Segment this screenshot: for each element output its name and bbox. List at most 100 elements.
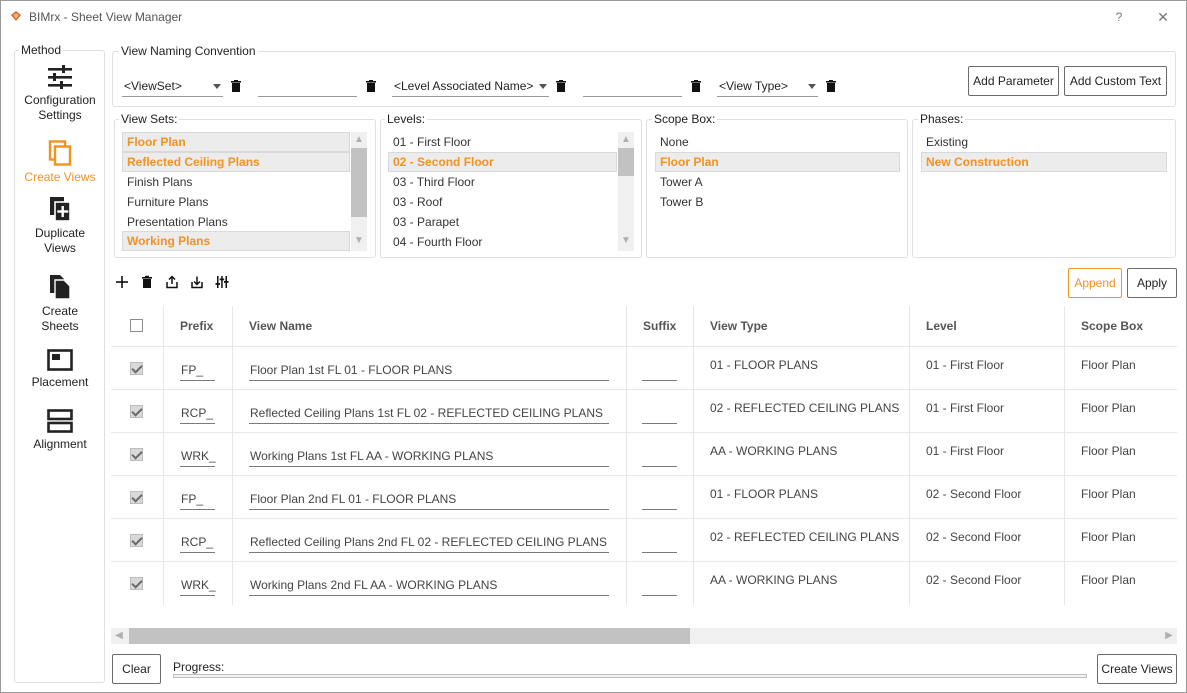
view-name-field[interactable]: Floor Plan 2nd FL 01 - FLOOR PLANS	[249, 488, 609, 510]
create-views-button[interactable]: Create Views	[1097, 654, 1177, 684]
table-row[interactable]: RCP_ Reflected Ceiling Plans 1st FL 02 - …	[111, 389, 1177, 433]
select-all-checkbox[interactable]	[130, 319, 143, 332]
scroll-up-icon[interactable]: ▲	[618, 132, 634, 148]
scroll-thumb[interactable]	[129, 628, 690, 644]
prefix-field[interactable]: WRK_	[180, 445, 216, 467]
sidebar-item-placement[interactable]: Placement	[15, 349, 105, 390]
custom-text-field-2[interactable]	[583, 75, 682, 97]
column-header-suffix[interactable]: Suffix	[626, 306, 693, 346]
column-header-view-name[interactable]: View Name	[232, 306, 626, 346]
list-item[interactable]: Floor Plan	[122, 132, 350, 152]
list-item[interactable]: 03 - Roof	[388, 192, 617, 212]
table-row[interactable]: WRK_ Working Plans 2nd FL AA - WORKING PL…	[111, 561, 1177, 605]
column-header-level[interactable]: Level	[909, 306, 1064, 346]
table-row[interactable]: FP_ Floor Plan 2nd FL 01 - FLOOR PLANS 01 …	[111, 475, 1177, 519]
list-item[interactable]: Existing	[921, 132, 1167, 152]
vertical-scrollbar[interactable]: ▲ ▼	[351, 132, 367, 251]
trash-icon[interactable]	[556, 80, 566, 92]
prefix-field[interactable]: RCP_	[180, 531, 215, 553]
list-item[interactable]: Tower B	[655, 192, 900, 212]
view-name-field[interactable]: Floor Plan 1st FL 01 - FLOOR PLANS	[249, 359, 609, 381]
row-checkbox[interactable]	[130, 577, 143, 590]
suffix-field[interactable]	[642, 445, 677, 467]
view-name-field[interactable]: Reflected Ceiling Plans 1st FL 02 - REFL…	[249, 402, 609, 424]
list-item[interactable]: Furniture Plans	[122, 192, 350, 212]
viewset-combo[interactable]: <ViewSet>	[122, 75, 223, 97]
prefix-field[interactable]: FP_	[180, 359, 215, 381]
horizontal-scrollbar[interactable]: ◀ ▶	[111, 628, 1177, 644]
row-checkbox[interactable]	[130, 362, 143, 375]
suffix-field[interactable]	[642, 574, 677, 596]
list-item[interactable]: 01 - First Floor	[388, 132, 617, 152]
sidebar-item-alignment[interactable]: Alignment	[15, 409, 105, 452]
table-row[interactable]: WRK_ Working Plans 1st FL AA - WORKING PL…	[111, 432, 1177, 476]
table-row[interactable]: RCP_ Reflected Ceiling Plans 2nd FL 02 - …	[111, 518, 1177, 562]
view-type-text: 02 - REFLECTED CEILING PLANS	[710, 530, 900, 544]
level-name-combo[interactable]: <Level Associated Name>	[392, 75, 549, 97]
view-name-field[interactable]: Working Plans 2nd FL AA - WORKING PLANS	[249, 574, 609, 596]
table-row[interactable]: FP_ Floor Plan 1st FL 01 - FLOOR PLANS 01 …	[111, 346, 1177, 390]
prefix-field[interactable]: FP_	[180, 488, 215, 510]
prefix-field[interactable]: WRK_	[180, 574, 216, 596]
list-item[interactable]: Tower A	[655, 172, 900, 192]
row-checkbox[interactable]	[130, 448, 143, 461]
list-item[interactable]: Reflected Ceiling Plans	[122, 152, 350, 172]
add-custom-text-button[interactable]: Add Custom Text	[1064, 66, 1167, 96]
combo-value: <View Type>	[719, 79, 788, 93]
close-button[interactable]: ✕	[1151, 7, 1175, 27]
list-item[interactable]: Presentation Plans	[122, 212, 350, 232]
scroll-down-icon[interactable]: ▼	[618, 233, 634, 249]
cell-prefix: WRK_	[163, 433, 232, 476]
list-item[interactable]: 02 - Second Floor	[388, 152, 617, 172]
scroll-thumb[interactable]	[618, 148, 634, 176]
sidebar-item-duplicate-views[interactable]: Duplicate Views	[15, 196, 105, 256]
column-header-view-type[interactable]: View Type	[693, 306, 909, 346]
list-item[interactable]: 03 - Third Floor	[388, 172, 617, 192]
list-item[interactable]: Working Plans	[122, 231, 350, 251]
trash-icon[interactable]	[691, 80, 701, 92]
import-icon[interactable]	[190, 275, 204, 289]
apply-button[interactable]: Apply	[1127, 268, 1177, 298]
prefix-field[interactable]: RCP_	[180, 402, 215, 424]
add-parameter-button[interactable]: Add Parameter	[968, 66, 1059, 96]
custom-text-field-1[interactable]	[258, 75, 357, 97]
list-item[interactable]: 03 - Parapet	[388, 212, 617, 232]
sidebar-item-configuration-settings[interactable]: Configuration Settings	[15, 65, 105, 123]
list-item[interactable]: 04 - Fourth Floor	[388, 232, 617, 252]
suffix-field[interactable]	[642, 359, 677, 381]
clear-button[interactable]: Clear	[112, 654, 161, 684]
view-type-combo[interactable]: <View Type>	[717, 75, 818, 97]
vertical-scrollbar[interactable]: ▲ ▼	[618, 132, 634, 251]
help-button[interactable]: ?	[1109, 7, 1129, 27]
row-checkbox[interactable]	[130, 491, 143, 504]
sidebar-item-create-views[interactable]: Create Views	[15, 140, 105, 185]
suffix-field[interactable]	[642, 488, 677, 510]
trash-icon[interactable]	[826, 80, 836, 92]
scroll-down-icon[interactable]: ▼	[351, 233, 367, 249]
row-checkbox[interactable]	[130, 405, 143, 418]
view-name-field[interactable]: Working Plans 1st FL AA - WORKING PLANS	[249, 445, 609, 467]
list-item[interactable]: Floor Plan	[655, 152, 900, 172]
column-header-prefix[interactable]: Prefix	[163, 306, 232, 346]
add-icon[interactable]	[115, 275, 129, 289]
export-icon[interactable]	[165, 275, 179, 289]
view-name-field[interactable]: Reflected Ceiling Plans 2nd FL 02 - REFL…	[249, 531, 609, 553]
row-checkbox[interactable]	[130, 534, 143, 547]
scroll-left-icon[interactable]: ◀	[111, 628, 127, 644]
level-text: 02 - Second Floor	[926, 530, 1022, 544]
sidebar-item-create-sheets[interactable]: Create Sheets	[15, 274, 105, 334]
scroll-thumb[interactable]	[351, 148, 367, 217]
scroll-right-icon[interactable]: ▶	[1161, 628, 1177, 644]
suffix-field[interactable]	[642, 402, 677, 424]
suffix-field[interactable]	[642, 531, 677, 553]
list-item[interactable]: Finish Plans	[122, 172, 350, 192]
column-settings-icon[interactable]	[215, 275, 229, 289]
trash-icon[interactable]	[231, 80, 241, 92]
trash-icon[interactable]	[366, 80, 376, 92]
column-header-scope-box[interactable]: Scope Box	[1064, 306, 1177, 346]
scroll-up-icon[interactable]: ▲	[351, 132, 367, 148]
trash-icon[interactable]	[140, 275, 154, 289]
list-item[interactable]: None	[655, 132, 900, 152]
list-item[interactable]: New Construction	[921, 152, 1167, 172]
append-button[interactable]: Append	[1068, 268, 1122, 298]
